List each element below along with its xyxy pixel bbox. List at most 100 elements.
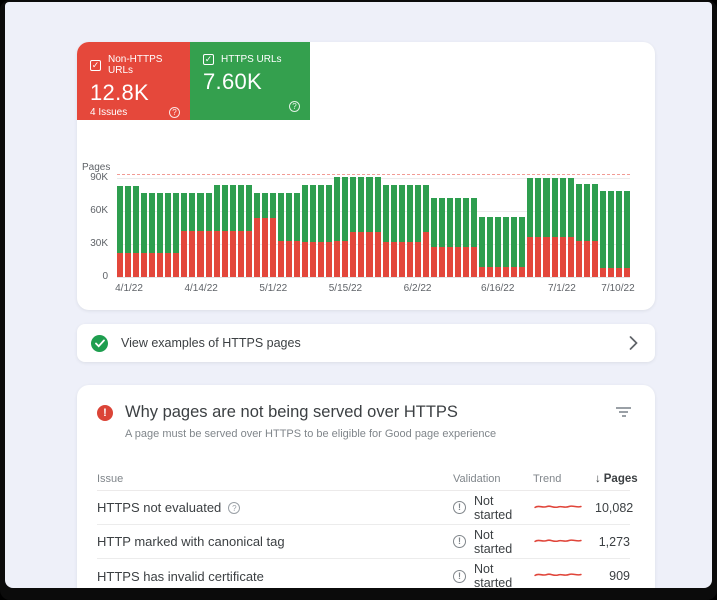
https-segment [342, 176, 349, 241]
https-chart-panel: ✓ Non-HTTPS URLs 12.8K 4 Issues ? ✓ HTTP… [77, 42, 655, 310]
non-https-segment [269, 217, 276, 277]
stacked-bar-chart [117, 174, 630, 278]
https-segment [422, 184, 429, 232]
non-https-segment [430, 247, 437, 277]
https-urls-card[interactable]: ✓ HTTPS URLs 7.60K ? [190, 42, 310, 120]
stacked-bar [382, 178, 389, 277]
https-segment [261, 193, 268, 218]
stacked-bar [551, 178, 558, 277]
y-axis-tick: 30K [90, 238, 108, 249]
column-header-trend: Trend [533, 472, 562, 485]
https-segment [487, 216, 494, 268]
stacked-bar [599, 178, 606, 277]
https-segment [414, 184, 421, 242]
validation-status: ! Not started [453, 494, 533, 522]
https-segment [599, 191, 606, 269]
stacked-bar [229, 178, 236, 277]
column-header-pages-sort[interactable]: ↓ Pages [595, 473, 638, 485]
non-https-segment [302, 241, 309, 277]
stacked-bar [583, 178, 590, 277]
stacked-bar [471, 178, 478, 277]
x-axis-tick: 5/1/22 [259, 283, 288, 294]
https-segment [253, 193, 260, 218]
non-https-segment [173, 252, 180, 277]
non-https-card-label: Non-HTTPS URLs [108, 54, 163, 76]
checkbox-checked-icon[interactable]: ✓ [203, 54, 214, 65]
https-segment [269, 193, 276, 218]
non-https-segment [165, 252, 172, 277]
non-https-segment [253, 217, 260, 277]
non-https-segment [326, 241, 333, 277]
stacked-bar [479, 178, 486, 277]
x-axis-labels: 4/1/22 4/14/22 5/1/22 5/15/22 6/2/22 6/16/22 7… [115, 283, 635, 299]
non-https-segment [551, 237, 558, 277]
stacked-bar [125, 178, 132, 277]
stacked-bar [261, 178, 268, 277]
https-segment [446, 197, 453, 248]
non-https-segment [318, 241, 325, 277]
non-https-segment [591, 240, 598, 277]
stacked-bar [277, 178, 284, 277]
stacked-bar [245, 178, 252, 277]
issues-table: Issue Validation Trend ↓ Pages HTTPS not … [77, 467, 655, 588]
non-https-segment [285, 240, 293, 277]
stacked-bar [165, 178, 172, 277]
non-https-urls-card[interactable]: ✓ Non-HTTPS URLs 12.8K 4 Issues ? [77, 42, 190, 120]
non-https-segment [237, 230, 244, 277]
stacked-bar [398, 178, 405, 277]
stacked-bar [487, 178, 494, 277]
stacked-bar [197, 178, 204, 277]
https-segment [165, 193, 172, 253]
column-header-issue: Issue [97, 472, 124, 485]
non-https-segment [446, 247, 453, 277]
stacked-bar [205, 178, 212, 277]
non-https-segment [157, 252, 164, 277]
stacked-bar [535, 178, 542, 277]
https-segment [141, 193, 148, 253]
non-https-segment [374, 231, 381, 277]
trend-sparkline [533, 533, 595, 551]
issue-row[interactable]: HTTP marked with canonical tag ! Not start… [97, 525, 630, 559]
non-https-segment [366, 231, 373, 277]
filter-list-icon[interactable] [616, 407, 631, 440]
non-https-segment [229, 230, 236, 277]
non-https-segment [245, 230, 252, 277]
gridline [117, 277, 630, 278]
stacked-bar [189, 178, 196, 277]
non-https-segment [133, 252, 140, 277]
non-https-segment [463, 247, 470, 277]
help-icon[interactable]: ? [289, 100, 300, 112]
view-examples-row[interactable]: View examples of HTTPS pages [77, 324, 655, 362]
https-segment [157, 193, 164, 253]
https-segment [245, 184, 252, 231]
stacked-bar [157, 178, 164, 277]
non-https-segment [189, 230, 196, 277]
help-icon[interactable]: ? [228, 501, 241, 514]
non-https-segment [342, 240, 349, 277]
checkbox-checked-icon[interactable]: ✓ [90, 59, 101, 71]
https-segment [334, 176, 341, 241]
https-segment [511, 216, 518, 268]
non-https-segment [358, 231, 365, 277]
not-started-icon: ! [453, 501, 466, 514]
https-segment [623, 191, 630, 269]
stacked-bar [511, 178, 518, 277]
stacked-bar [503, 178, 510, 277]
issue-row[interactable]: HTTPS not evaluated?! Not started 10,082 [97, 491, 633, 525]
x-axis-tick: 6/2/22 [403, 283, 432, 294]
https-segment [149, 193, 156, 253]
stacked-bar [294, 178, 301, 277]
non-https-segment [535, 237, 542, 277]
https-segment [607, 191, 614, 269]
stacked-bar [390, 178, 397, 277]
help-icon[interactable]: ? [169, 106, 180, 118]
x-axis-tick: 4/14/22 [184, 283, 218, 294]
non-https-segment [479, 267, 486, 277]
non-https-segment [334, 240, 341, 277]
issue-row[interactable]: HTTPS has invalid certificate ! Not starte… [97, 559, 630, 588]
https-segment [285, 193, 293, 241]
non-https-segment [125, 252, 132, 277]
https-segment [398, 184, 405, 242]
non-https-segment [310, 241, 317, 277]
stacked-bar [519, 178, 526, 277]
